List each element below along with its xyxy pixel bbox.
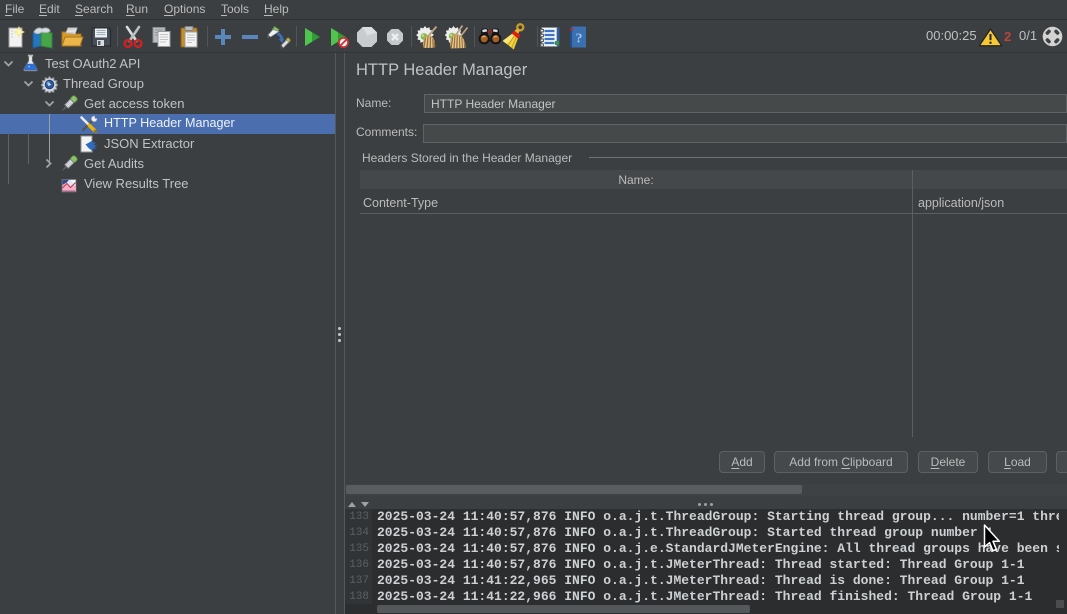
svg-text:?: ? (576, 32, 583, 47)
